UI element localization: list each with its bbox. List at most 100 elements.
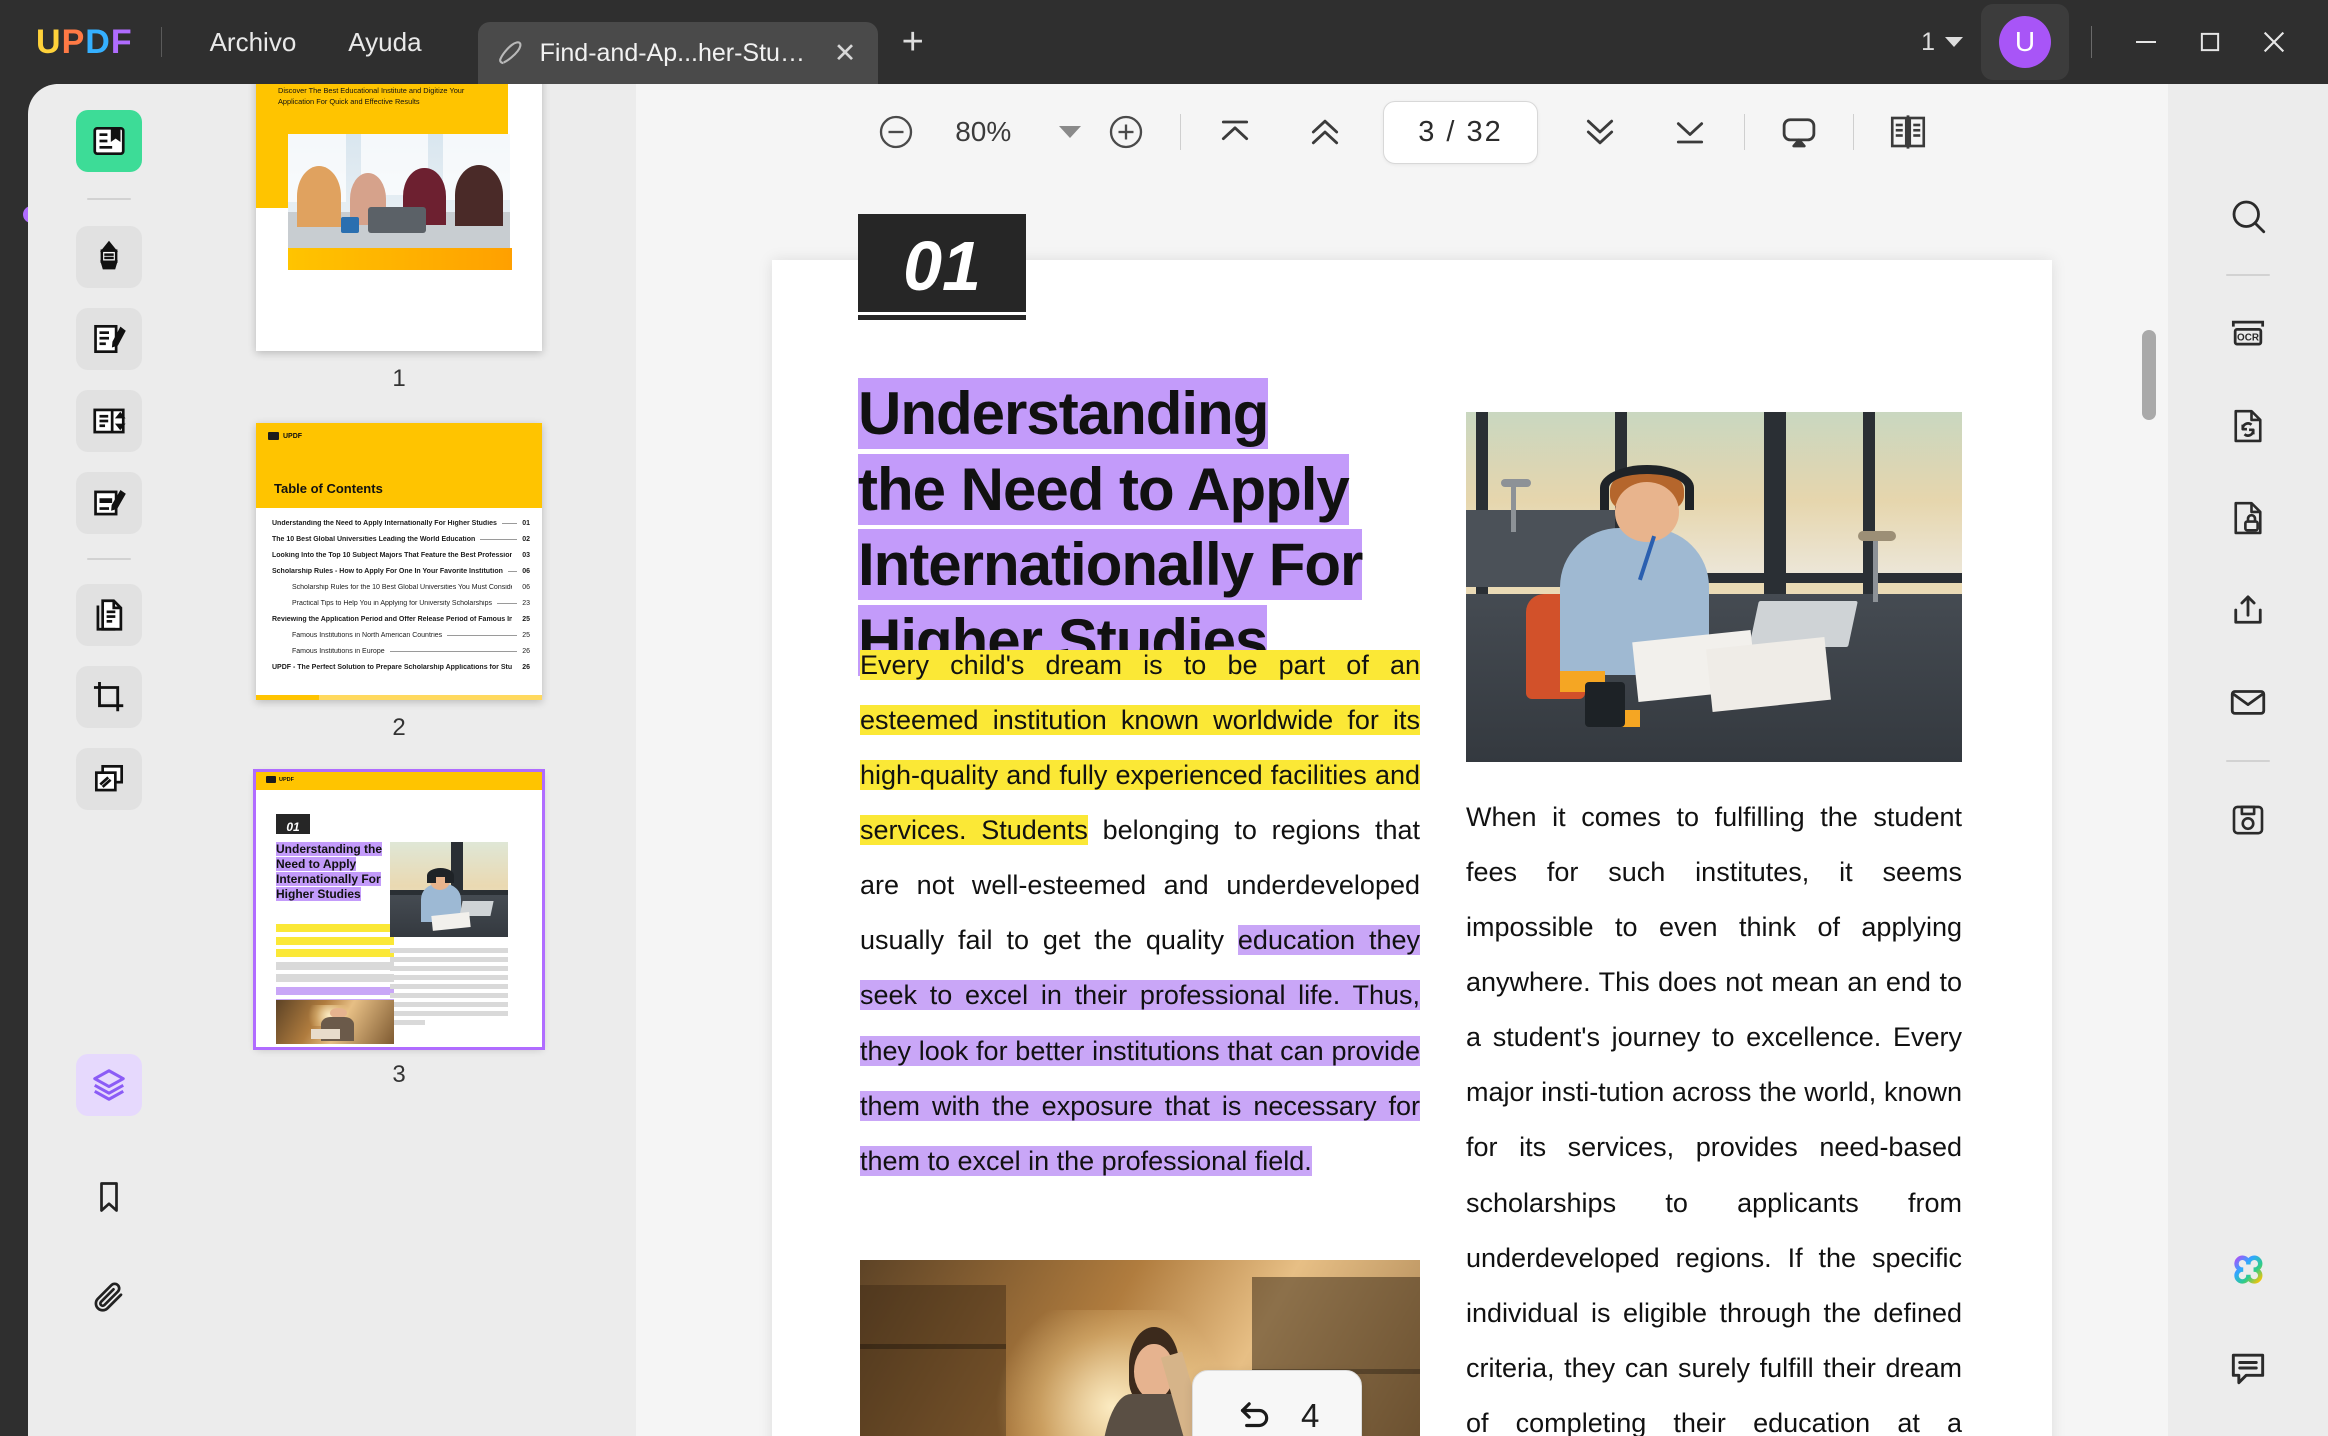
- svg-text:OCR: OCR: [2237, 333, 2259, 344]
- toc-entry-text: Scholarship Rules - How to Apply For One…: [272, 568, 503, 575]
- thumbnail-number-3: 3: [256, 1061, 542, 1089]
- tab-title: Find-and-Ap...her-Studies: [540, 39, 817, 68]
- sidebar-item-batch[interactable]: [76, 748, 142, 810]
- toc-entry-page: 23: [522, 600, 530, 607]
- title-bar: UPDF Archivo Ayuda Find-and-Ap...her-Stu…: [0, 0, 2328, 84]
- undo-button[interactable]: 4: [1192, 1370, 1362, 1436]
- toc-entry-text: Reviewing the Application Period and Off…: [272, 616, 512, 623]
- thumb3-logo-icon: [266, 776, 276, 783]
- minimize-icon[interactable]: [2114, 16, 2178, 68]
- sidebar-item-edit-pdf[interactable]: [76, 308, 142, 370]
- toolbar-divider-1: [1180, 114, 1181, 150]
- document-tab[interactable]: Find-and-Ap...her-Studies ✕: [478, 22, 878, 84]
- zoom-in-icon[interactable]: [1098, 104, 1154, 160]
- toc-entry-page: 26: [522, 664, 530, 671]
- toc-entry-text: UPDF - The Perfect Solution to Prepare S…: [272, 664, 512, 671]
- sidebar-item-comment[interactable]: [76, 226, 142, 288]
- heading-line-2: the Need to Apply: [858, 454, 1349, 525]
- thumb3-photo-right: [390, 842, 508, 937]
- maximize-icon[interactable]: [2178, 16, 2242, 68]
- previous-page-icon[interactable]: [1297, 104, 1353, 160]
- zoom-level-value[interactable]: 80%: [924, 116, 1042, 148]
- app-logo: UPDF: [36, 23, 133, 62]
- logo-letter-f: F: [111, 23, 133, 62]
- left-toolbar: [56, 84, 162, 1436]
- thumb3-heading: Understanding the Need to Apply Internat…: [276, 842, 396, 902]
- toc-entry-text: The 10 Best Global Universities Leading …: [272, 536, 475, 543]
- tool-protect[interactable]: [2212, 486, 2284, 550]
- thumb1-subtitle: Discover The Best Educational Institute …: [278, 86, 492, 107]
- tool-save[interactable]: [2212, 788, 2284, 852]
- sidebar-item-thumbnails[interactable]: [76, 1054, 142, 1116]
- right-column-paragraph[interactable]: When it comes to fulfilling the student …: [1466, 790, 1962, 1436]
- tool-convert[interactable]: [2212, 394, 2284, 458]
- tool-ai-assistant[interactable]: [2212, 1238, 2284, 1302]
- logo-letter-u: U: [36, 23, 62, 62]
- window-count-label: 1: [1921, 28, 1935, 57]
- zoom-out-icon[interactable]: [868, 104, 924, 160]
- heading-line-3: Internationally For: [858, 529, 1362, 600]
- close-icon[interactable]: ✕: [831, 40, 860, 67]
- sidebar-item-form[interactable]: [76, 390, 142, 452]
- thumbnail-item-3[interactable]: UPDF 01 Understanding the Need to Apply …: [256, 772, 542, 1089]
- toc-entry-text: Famous Institutions in North American Co…: [292, 632, 442, 639]
- thumb2-logo-text: UPDF: [283, 433, 302, 440]
- toc-entry-text: Practical Tips to Help You in Applying f…: [292, 600, 492, 607]
- toc-entry-text: Famous Institutions in Europe: [292, 648, 385, 655]
- presentation-mode-icon[interactable]: [1771, 104, 1827, 160]
- toc-entry-page: 25: [522, 616, 530, 623]
- close-window-icon[interactable]: [2242, 16, 2306, 68]
- avatar: U: [1999, 16, 2051, 68]
- tool-share[interactable]: [2212, 578, 2284, 642]
- thumb2-logo-icon: [268, 432, 279, 440]
- tool-email[interactable]: [2212, 670, 2284, 734]
- heading-line-1: Understanding: [858, 378, 1268, 449]
- scrollbar-thumb[interactable]: [2142, 330, 2156, 420]
- toc-entry-page: 06: [522, 584, 530, 591]
- last-page-icon[interactable]: [1662, 104, 1718, 160]
- sidebar-item-organize[interactable]: [76, 584, 142, 646]
- new-tab-button[interactable]: +: [902, 23, 924, 61]
- pdf-page[interactable]: 01 Understanding the Need to Apply Inter…: [772, 260, 2052, 1436]
- toc-entry-text: Understanding the Need to Apply Internat…: [272, 520, 497, 527]
- window-controls: 1 U: [1921, 4, 2328, 80]
- pdf-file-icon: [496, 38, 526, 68]
- thumbnail-item-2[interactable]: UPDF Table of Contents Understanding the…: [256, 423, 542, 742]
- menu-archivo[interactable]: Archivo: [190, 17, 317, 68]
- toc-entry-text: Looking Into the Top 10 Subject Majors T…: [272, 552, 512, 559]
- thumb1-photo: [288, 134, 510, 252]
- toc-entry-page: 03: [522, 552, 530, 559]
- undo-count: 4: [1301, 1397, 1319, 1435]
- tool-search[interactable]: [2212, 184, 2284, 248]
- thumbnail-item-1[interactable]: Institutes In The World For Your Higher …: [256, 84, 542, 393]
- thumb3-photo-bottom: [276, 1000, 394, 1044]
- menu-ayuda[interactable]: Ayuda: [328, 17, 441, 68]
- thumb3-logo-text: UPDF: [279, 777, 294, 783]
- thumb3-chapter-number: 01: [276, 814, 310, 834]
- toc-entry-page: 26: [522, 648, 530, 655]
- chevron-down-icon[interactable]: [1042, 104, 1098, 160]
- left-column-paragraph[interactable]: Every child's dream is to be part of an …: [860, 638, 1420, 1189]
- window-count[interactable]: 1: [1921, 28, 1963, 57]
- page-layout-icon[interactable]: [1880, 104, 1936, 160]
- sidebar-item-attachments[interactable]: [76, 1266, 142, 1328]
- tool-ocr[interactable]: OCR: [2212, 302, 2284, 366]
- document-toolbar: 80% 3 / 32: [636, 84, 2168, 180]
- document-scrollbar[interactable]: [2142, 180, 2160, 1436]
- avatar-container[interactable]: U: [1981, 4, 2069, 80]
- purple-highlight-text[interactable]: education they seek to excel in their pr…: [860, 925, 1420, 1175]
- app-shell: Institutes In The World For Your Higher …: [28, 84, 2328, 1436]
- tool-comments[interactable]: [2212, 1336, 2284, 1400]
- thumbnail-panel[interactable]: Institutes In The World For Your Higher …: [162, 84, 636, 1436]
- titlebar-divider: [161, 27, 162, 57]
- next-page-icon[interactable]: [1572, 104, 1628, 160]
- toolbar-divider-3: [1853, 114, 1854, 150]
- page-indicator[interactable]: 3 / 32: [1383, 101, 1538, 164]
- first-page-icon[interactable]: [1207, 104, 1263, 160]
- sidebar-item-bookmarks[interactable]: [76, 1166, 142, 1228]
- document-viewport[interactable]: 01 Understanding the Need to Apply Inter…: [636, 180, 2168, 1436]
- sidebar-item-crop[interactable]: [76, 666, 142, 728]
- toc-entry-page: 01: [522, 520, 530, 527]
- sidebar-item-reader[interactable]: [76, 110, 142, 172]
- sidebar-item-fill-sign[interactable]: [76, 472, 142, 534]
